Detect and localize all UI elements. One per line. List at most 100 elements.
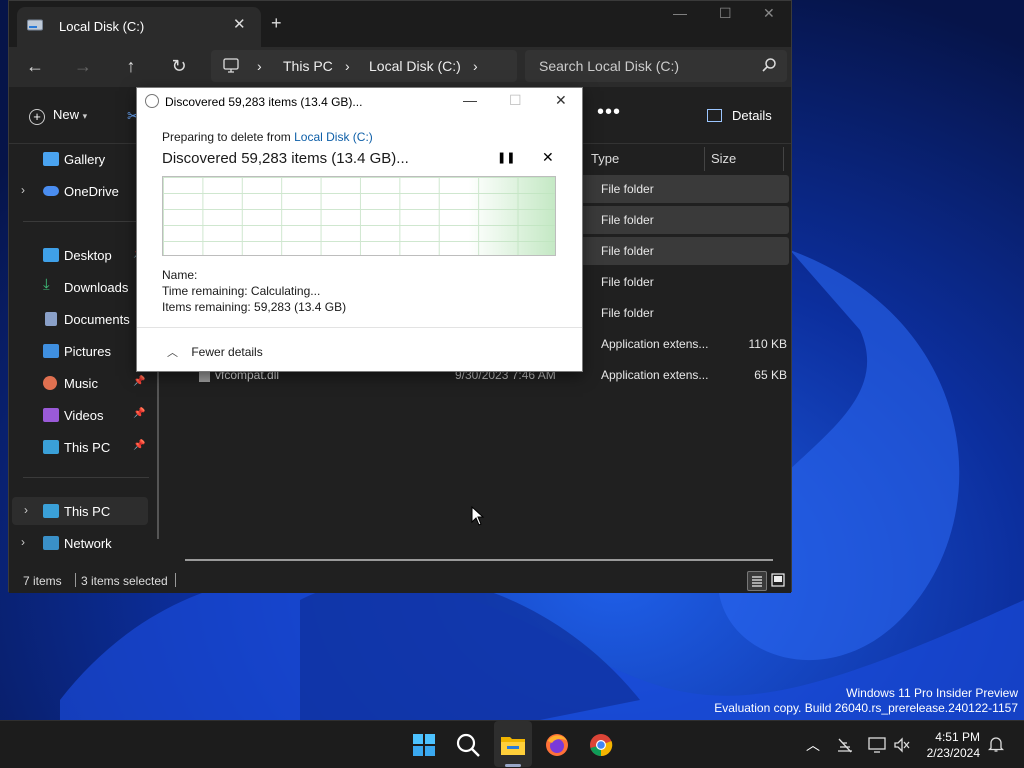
details-label: Details xyxy=(732,108,772,123)
dialog-close-button[interactable]: ✕ xyxy=(555,92,567,109)
running-indicator xyxy=(505,764,521,767)
minimize-button[interactable]: — xyxy=(673,5,687,21)
this-pc-icon xyxy=(43,504,59,518)
column-divider[interactable] xyxy=(704,147,705,171)
sidebar-item-label: Network xyxy=(64,536,112,551)
volume-muted-icon[interactable] xyxy=(893,737,911,753)
new-tab-button[interactable]: + xyxy=(271,13,282,34)
start-icon[interactable] xyxy=(408,729,440,761)
sidebar-item-videos[interactable]: Videos 📌 xyxy=(9,401,155,429)
tab-local-disk[interactable]: Local Disk (C:) ✕ xyxy=(17,7,261,47)
clock-time: 4:51 PM xyxy=(935,730,980,744)
chevron-right-icon[interactable]: › xyxy=(21,183,25,197)
clock-date: 2/23/2024 xyxy=(926,746,980,760)
this-pc-icon xyxy=(43,440,59,454)
gallery-icon xyxy=(43,152,59,166)
network-disconnected-icon[interactable] xyxy=(836,737,854,753)
location-link[interactable]: Local Disk (C:) xyxy=(294,130,373,144)
desktop-icon xyxy=(43,248,59,262)
preparing-prefix: Preparing to delete from xyxy=(162,130,291,144)
navigation-bar: ← → ↑ ↻ › This PC › Local Disk (C:) › Se… xyxy=(9,47,791,87)
sidebar-item-label: Desktop xyxy=(64,248,112,263)
dialog-divider xyxy=(137,327,582,328)
breadcrumb-sep-icon: › xyxy=(473,58,478,74)
forward-button[interactable]: → xyxy=(71,55,95,79)
show-hidden-icons-button[interactable]: ︿ xyxy=(806,735,820,755)
search-box[interactable]: Search Local Disk (C:) xyxy=(525,50,787,82)
sidebar-item-desktop[interactable]: Desktop 📌 xyxy=(9,241,155,269)
sidebar-divider xyxy=(23,221,149,222)
sidebar-item-label: Pictures xyxy=(64,344,111,359)
notification-bell-icon[interactable] xyxy=(988,735,1004,753)
status-divider xyxy=(75,573,76,587)
breadcrumb-sep-icon: › xyxy=(257,58,262,74)
more-options-button[interactable]: ••• xyxy=(597,101,621,124)
details-pane-button[interactable]: Details xyxy=(707,108,772,123)
search-icon xyxy=(762,58,776,72)
breadcrumb-this-pc[interactable]: This PC xyxy=(283,58,333,74)
refresh-button[interactable]: ↻ xyxy=(167,55,191,79)
pin-icon: 📌 xyxy=(133,440,146,451)
row-type: File folder xyxy=(601,306,654,320)
cancel-operation-button[interactable]: ✕ xyxy=(542,149,554,166)
display-icon[interactable] xyxy=(868,737,886,753)
sidebar-item-label: Downloads xyxy=(64,280,129,295)
sidebar-item-this-pc[interactable]: › This PC xyxy=(12,497,148,525)
sidebar-item-onedrive[interactable]: › OneDrive xyxy=(9,177,155,205)
watermark-line-1: Windows 11 Pro Insider Preview xyxy=(846,686,1018,700)
details-view-button[interactable] xyxy=(747,571,767,591)
back-button[interactable]: ← xyxy=(23,55,47,79)
computer-icon xyxy=(223,58,239,73)
column-header-size[interactable]: Size xyxy=(711,151,736,166)
file-explorer-icon[interactable] xyxy=(497,729,529,761)
sidebar-item-music[interactable]: Music 📌 xyxy=(9,369,155,397)
firefox-icon[interactable] xyxy=(541,729,573,761)
row-size: 65 KB xyxy=(754,368,787,382)
chrome-icon[interactable] xyxy=(585,729,617,761)
search-icon[interactable] xyxy=(452,729,484,761)
downloads-icon: ⤓ xyxy=(43,276,50,293)
row-type: Application extens... xyxy=(601,337,709,351)
time-remaining: Time remaining: Calculating... xyxy=(162,284,321,298)
list-view-icon xyxy=(752,576,762,587)
sidebar-item-pictures[interactable]: Pictures xyxy=(9,337,155,365)
network-icon xyxy=(43,536,59,550)
sidebar-item-network[interactable]: › Network xyxy=(9,529,155,557)
tab-close-icon[interactable]: ✕ xyxy=(233,15,246,33)
tiles-view-button[interactable] xyxy=(769,571,787,589)
address-bar[interactable]: › This PC › Local Disk (C:) › xyxy=(211,50,517,82)
close-window-button[interactable]: ✕ xyxy=(763,5,775,22)
explorer-titlebar: Local Disk (C:) ✕ + — ☐ ✕ xyxy=(9,1,791,47)
column-header-type[interactable]: Type xyxy=(591,151,619,166)
sidebar-item-label: This PC xyxy=(64,504,111,519)
chevron-right-icon[interactable]: › xyxy=(24,503,28,517)
sidebar-item-this-pc-pinned[interactable]: This PC 📌 xyxy=(9,433,155,461)
maximize-button[interactable]: ☐ xyxy=(719,5,732,22)
row-size: 110 KB xyxy=(748,337,787,351)
dialog-minimize-button[interactable]: — xyxy=(463,92,477,108)
progress-clock-icon xyxy=(145,94,159,108)
search-input[interactable]: Search Local Disk (C:) xyxy=(539,58,679,74)
pictures-icon xyxy=(43,344,59,358)
fewer-details-label: Fewer details xyxy=(191,345,263,359)
breadcrumb-local-disk[interactable]: Local Disk (C:) xyxy=(369,58,461,74)
system-clock[interactable]: 4:51 PM 2/23/2024 xyxy=(924,729,980,761)
horizontal-scrollbar[interactable] xyxy=(185,559,773,561)
chevron-right-icon[interactable]: › xyxy=(21,535,25,549)
evaluation-watermark: Windows 11 Pro Insider Preview Evaluatio… xyxy=(714,686,1018,716)
chevron-down-icon: ▾ xyxy=(82,111,88,121)
preparing-text: Preparing to delete from Local Disk (C:) xyxy=(162,130,373,144)
up-button[interactable]: ↑ xyxy=(119,55,143,79)
plus-icon: + xyxy=(29,109,45,125)
fewer-details-button[interactable]: ︿ Fewer details xyxy=(167,344,263,360)
column-divider[interactable] xyxy=(783,147,784,171)
new-button[interactable]: + New ▾ xyxy=(29,107,87,125)
row-type: File folder xyxy=(601,244,654,258)
sidebar-item-gallery[interactable]: Gallery xyxy=(9,145,155,173)
delete-progress-dialog: Discovered 59,283 items (13.4 GB)... — ☐… xyxy=(136,87,583,372)
sidebar-item-downloads[interactable]: ⤓ Downloads xyxy=(9,273,155,301)
pause-button[interactable]: ❚❚ xyxy=(497,151,515,164)
sidebar-item-documents[interactable]: Documents xyxy=(9,305,155,333)
sidebar-item-label: Documents xyxy=(64,312,130,327)
row-type: Application extens... xyxy=(601,368,709,382)
